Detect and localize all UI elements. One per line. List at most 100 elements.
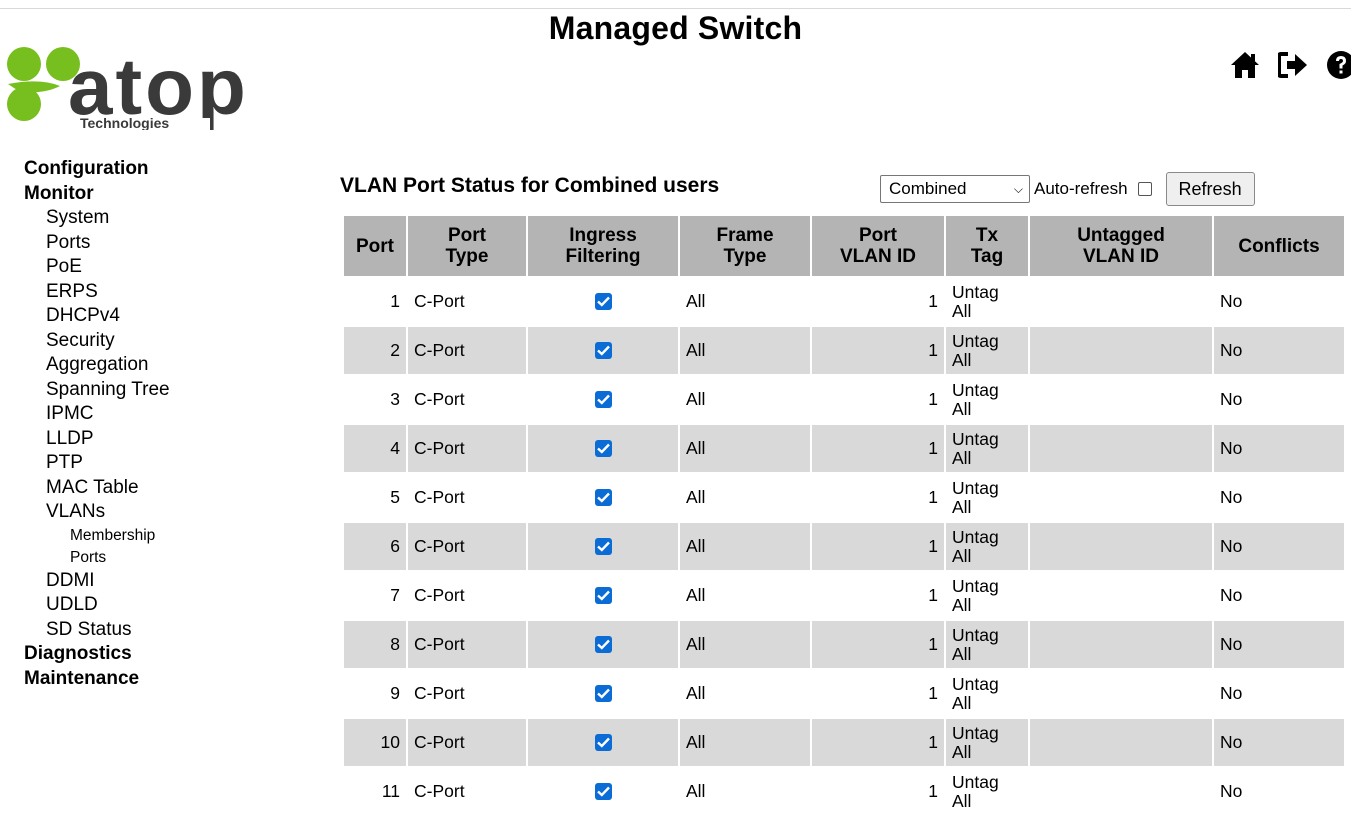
table-row: 6 C-Port All 1 Untag All No <box>344 523 1344 570</box>
nav-vlans[interactable]: VLANs <box>24 500 170 525</box>
toolbar: Combined ⌵ Auto-refresh Refresh <box>880 172 1255 206</box>
cell-port: 10 <box>344 719 406 766</box>
cell-conflicts: No <box>1220 291 1243 311</box>
auto-refresh-checkbox[interactable] <box>1137 182 1152 196</box>
cell-ingress-filtering <box>528 621 678 668</box>
ingress-checkbox[interactable] <box>594 489 612 506</box>
ingress-checkbox[interactable] <box>594 587 612 604</box>
refresh-button[interactable]: Refresh <box>1165 172 1255 206</box>
table-row: 4 C-Port All 1 Untag All No <box>344 425 1344 472</box>
nav-ddmi[interactable]: DDMI <box>24 569 170 594</box>
cell-ingress-filtering <box>528 572 678 619</box>
checkmark-icon <box>596 541 610 552</box>
user-select[interactable]: Combined ⌵ <box>880 175 1030 203</box>
auto-refresh-label: Auto-refresh <box>1034 179 1128 198</box>
nav-ports[interactable]: Ports <box>24 231 170 256</box>
app-title: Managed Switch <box>548 10 803 46</box>
nav-ipmc[interactable]: IPMC <box>24 402 170 427</box>
cell-tx-tag: Untag All <box>952 379 999 419</box>
col-tx-tag: Tx Tag <box>946 216 1028 276</box>
page-title: VLAN Port Status for Combined users <box>340 174 720 197</box>
cell-conflicts: No <box>1214 719 1344 766</box>
help-icon[interactable] <box>1324 48 1351 82</box>
cell-port-vlan-id: 1 <box>812 523 944 570</box>
sidebar-nav: Configuration Monitor System Ports PoE E… <box>24 157 170 691</box>
ingress-checkbox[interactable] <box>594 685 612 702</box>
col-untagged-vlan-id: Untagged VLAN ID <box>1030 216 1212 276</box>
cell-tx-tag: Untag All <box>946 327 1028 374</box>
col-conflicts: Conflicts <box>1214 216 1344 276</box>
cell-port: 9 <box>390 683 400 703</box>
ingress-checkbox[interactable] <box>594 538 612 555</box>
ingress-checkbox[interactable] <box>594 636 612 653</box>
cell-tx-tag: Untag All <box>952 477 999 517</box>
cell-port: 3 <box>390 389 400 409</box>
nav-vlan-ports[interactable]: Ports <box>24 547 170 569</box>
nav-security[interactable]: Security <box>24 329 170 354</box>
cell-port: 6 <box>344 523 406 570</box>
table-header-row: Port Port Type Ingress Filtering Frame Type… <box>344 216 1344 276</box>
nav-diagnostics[interactable]: Diagnostics <box>24 642 170 667</box>
cell-untagged-vlan-id <box>1030 768 1212 815</box>
cell-port-vlan-id: 1 <box>812 621 944 668</box>
cell-port-vlan-id: 1 <box>928 683 938 703</box>
nav-aggregation[interactable]: Aggregation <box>24 353 170 378</box>
cell-port-vlan-id: 1 <box>928 781 938 801</box>
table-row: 11 C-Port All 1 Untag All No <box>344 768 1344 815</box>
nav-maintenance[interactable]: Maintenance <box>24 667 170 692</box>
cell-untagged-vlan-id <box>1030 670 1212 717</box>
cell-port-type: C-Port <box>408 523 526 570</box>
checkmark-icon <box>596 590 610 601</box>
cell-port-type: C-Port <box>414 683 465 703</box>
ingress-checkbox[interactable] <box>594 440 612 457</box>
checkmark-icon <box>596 394 610 405</box>
cell-tx-tag: Untag All <box>952 771 999 811</box>
cell-tx-tag: Untag All <box>946 719 1028 766</box>
cell-untagged-vlan-id <box>1030 523 1212 570</box>
nav-monitor[interactable]: Monitor <box>24 182 170 207</box>
cell-conflicts: No <box>1220 487 1243 507</box>
nav-spanning-tree[interactable]: Spanning Tree <box>24 378 170 403</box>
ingress-checkbox[interactable] <box>594 783 612 800</box>
col-port-vlan-id: Port VLAN ID <box>812 216 944 276</box>
cell-ingress-filtering <box>528 376 678 423</box>
nav-udld[interactable]: UDLD <box>24 593 170 618</box>
nav-poe[interactable]: PoE <box>24 255 170 280</box>
table-row: 8 C-Port All 1 Untag All No <box>344 621 1344 668</box>
ingress-checkbox[interactable] <box>594 734 612 751</box>
nav-dhcpv4[interactable]: DHCPv4 <box>24 304 170 329</box>
cell-port: 2 <box>344 327 406 374</box>
nav-erps[interactable]: ERPS <box>24 280 170 305</box>
nav-mac-table[interactable]: MAC Table <box>24 476 170 501</box>
home-icon[interactable] <box>1228 48 1262 82</box>
cell-frame-type: All <box>680 621 810 668</box>
cell-conflicts: No <box>1220 781 1243 801</box>
nav-system[interactable]: System <box>24 206 170 231</box>
cell-port: 8 <box>344 621 406 668</box>
cell-frame-type: All <box>686 487 706 507</box>
ingress-checkbox[interactable] <box>594 391 612 408</box>
cell-port: 7 <box>390 585 400 605</box>
cell-port: 4 <box>344 425 406 472</box>
cell-ingress-filtering <box>528 278 678 325</box>
nav-sd-status[interactable]: SD Status <box>24 618 170 643</box>
ingress-checkbox[interactable] <box>594 342 612 359</box>
cell-port-vlan-id: 1 <box>812 327 944 374</box>
nav-lldp[interactable]: LLDP <box>24 427 170 452</box>
atop-logo: atop Technologies <box>0 38 300 130</box>
nav-vlan-membership[interactable]: Membership <box>24 525 170 547</box>
cell-conflicts: No <box>1214 621 1344 668</box>
table-row: 10 C-Port All 1 Untag All No <box>344 719 1344 766</box>
vlan-port-status-table: Port Port Type Ingress Filtering Frame Type… <box>342 214 1346 817</box>
checkmark-icon <box>596 786 610 797</box>
cell-untagged-vlan-id <box>1030 474 1212 521</box>
nav-configuration[interactable]: Configuration <box>24 157 170 182</box>
ingress-checkbox[interactable] <box>594 293 612 310</box>
cell-port-vlan-id: 1 <box>812 425 944 472</box>
nav-ptp[interactable]: PTP <box>24 451 170 476</box>
cell-tx-tag: Untag All <box>952 281 999 321</box>
logout-icon[interactable] <box>1276 48 1310 82</box>
table-row: 2 C-Port All 1 Untag All No <box>344 327 1344 374</box>
col-frame-type: Frame Type <box>680 216 810 276</box>
cell-port-type: C-Port <box>408 327 526 374</box>
